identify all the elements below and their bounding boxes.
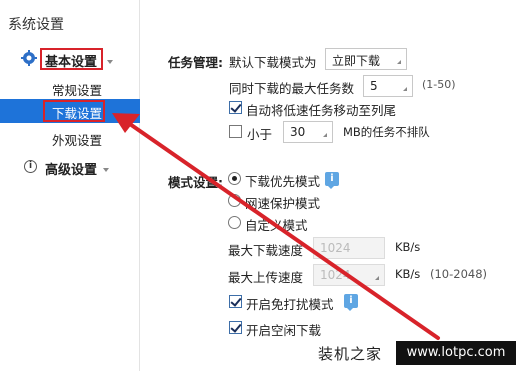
dropdown-arrow-icon — [399, 87, 407, 91]
sidebar-item-general[interactable]: 常规设置 — [52, 80, 102, 99]
less-than-value: 30 — [290, 125, 306, 139]
dropdown-arrow-icon — [393, 60, 401, 64]
max-upload-value: 1024 — [320, 268, 351, 282]
sidebar-item-download[interactable]: 下载设置 — [52, 103, 102, 122]
radio-network-protect-label: 网速保护模式 — [245, 196, 321, 211]
idle-download-checkbox[interactable] — [229, 321, 242, 334]
max-upload-select[interactable]: 1024 — [313, 264, 385, 286]
max-tasks-label: 同时下载的最大任务数 — [229, 81, 355, 96]
radio-custom[interactable] — [228, 216, 241, 229]
max-download-unit: KB/s — [395, 240, 421, 254]
max-tasks-range: (1-50) — [422, 78, 456, 91]
info-tip-icon[interactable]: i — [344, 294, 358, 311]
settings-sidebar: 系统设置 基本设置 常规设置 下载设置 外观设置 i 高级设置 — [0, 0, 140, 371]
radio-custom-label: 自定义模式 — [245, 218, 308, 233]
collapse-arrow-icon[interactable] — [103, 168, 109, 172]
info-icon: i — [24, 160, 37, 173]
idle-download-label: 开启空闲下载 — [246, 323, 322, 338]
max-download-value: 1024 — [320, 241, 351, 255]
no-disturb-checkbox[interactable] — [229, 295, 242, 308]
info-tip-icon[interactable]: i — [325, 172, 339, 189]
less-than-select[interactable]: 30 — [283, 121, 333, 143]
default-mode-select[interactable]: 立即下载 — [325, 48, 407, 70]
radio-download-priority-label: 下载优先模式 — [245, 174, 321, 189]
max-tasks-select[interactable]: 5 — [363, 75, 413, 97]
max-download-input[interactable]: 1024 — [313, 237, 385, 259]
sidebar-group-advanced[interactable]: 高级设置 — [45, 159, 97, 178]
max-upload-label: 最大上传速度 — [228, 270, 304, 285]
mode-settings-label: 模式设置: — [168, 175, 223, 190]
sidebar-group-basic[interactable]: 基本设置 — [45, 51, 97, 70]
dropdown-arrow-icon — [319, 133, 327, 137]
max-tasks-value: 5 — [370, 79, 378, 93]
watermark-url: www.lotpc.com — [396, 341, 516, 365]
task-management-label: 任务管理: — [168, 55, 223, 70]
less-than-checkbox[interactable] — [229, 125, 242, 138]
collapse-arrow-icon[interactable] — [107, 60, 113, 64]
dropdown-arrow-icon — [371, 276, 379, 280]
gear-icon — [21, 50, 37, 66]
watermark-brand: 装机之家 — [318, 345, 383, 363]
less-than-label: 小于 — [247, 127, 273, 142]
less-than-suffix: MB的任务不排队 — [343, 125, 430, 139]
default-mode-label: 默认下载模式为 — [229, 55, 317, 70]
no-disturb-label: 开启免打扰模式 — [246, 297, 334, 312]
max-upload-unit: KB/s — [395, 267, 421, 281]
default-mode-value: 立即下载 — [332, 54, 381, 68]
max-upload-range: (10-2048) — [430, 267, 488, 281]
sidebar-item-appearance[interactable]: 外观设置 — [52, 130, 102, 149]
sidebar-title: 系统设置 — [8, 17, 64, 33]
auto-move-checkbox[interactable] — [229, 101, 242, 114]
radio-network-protect[interactable] — [228, 194, 241, 207]
auto-move-label: 自动将低速任务移动至列尾 — [246, 103, 397, 118]
radio-download-priority[interactable] — [228, 172, 241, 185]
max-download-label: 最大下载速度 — [228, 243, 304, 258]
